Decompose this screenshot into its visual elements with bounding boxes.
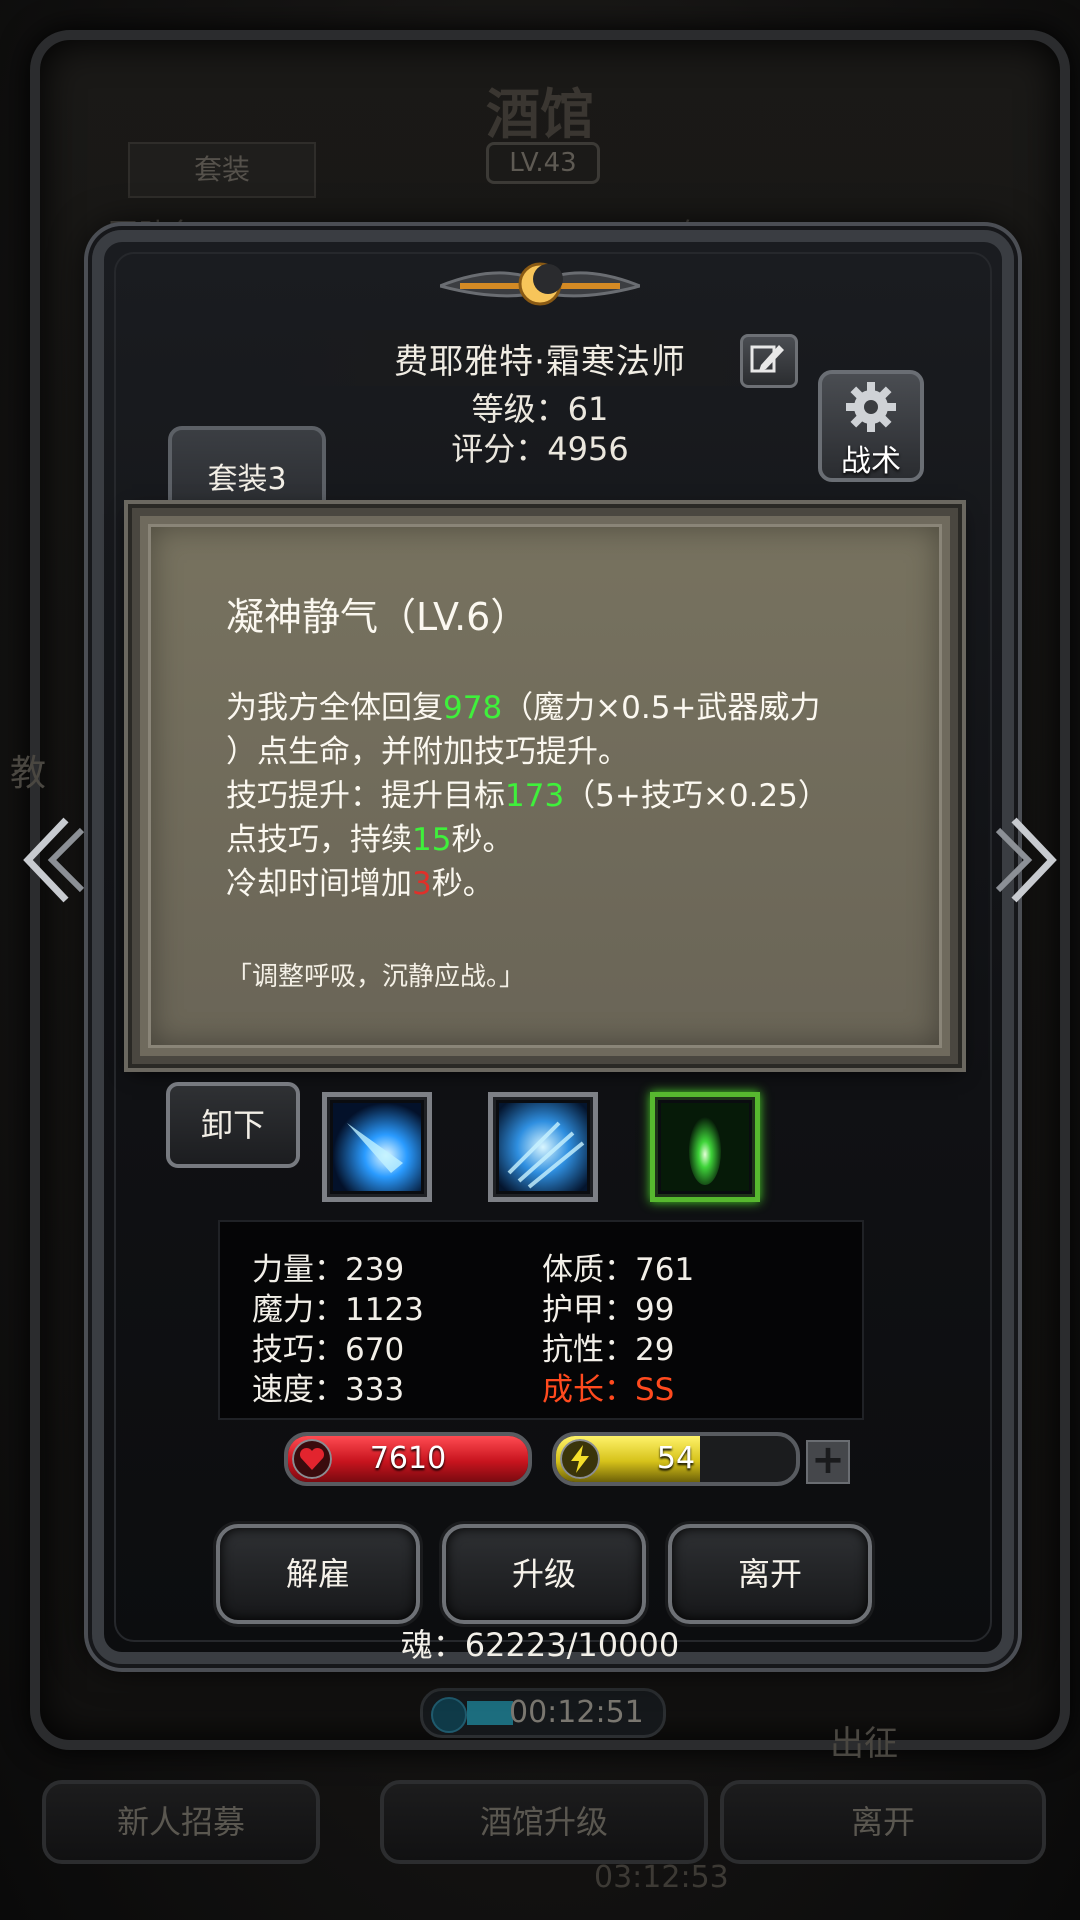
skill-title: 凝神静气（LV.6） [226, 595, 529, 639]
tavern-timer: 00:12:51 [420, 1688, 666, 1738]
dismiss-button[interactable]: 解雇 [216, 1524, 420, 1624]
stats-panel: 力量：239 体质：761 魔力：1123 护甲：99 技巧：670 抗性：29… [218, 1220, 864, 1420]
stat-speed: 速度：333 [252, 1372, 405, 1408]
add-energy-button[interactable]: + [806, 1440, 850, 1484]
stat-growth: 成长：SS [542, 1372, 675, 1408]
moon-crest-icon [440, 262, 640, 306]
cooldown-value: 3 [412, 866, 432, 902]
green-crystal-icon [661, 1103, 749, 1191]
next-hero-arrow-icon[interactable] [994, 810, 1064, 910]
stat-strength: 力量：239 [252, 1252, 405, 1288]
rename-button[interactable] [740, 334, 798, 388]
duration-value: 15 [412, 822, 452, 858]
skill-slot-3[interactable] [650, 1092, 760, 1202]
desc-line-3: 技巧提升：提升目标173（5+技巧×0.25） [226, 778, 829, 814]
ice-storm-icon [499, 1103, 587, 1191]
tavern-upgrade-button: 酒馆升级 [380, 1780, 708, 1864]
skill-slot-2[interactable] [488, 1092, 598, 1202]
energy-bar: 54 [552, 1432, 800, 1486]
previous-hero-arrow-icon[interactable] [16, 810, 86, 910]
stat-armor: 护甲：99 [542, 1292, 675, 1328]
clock-icon [431, 1697, 467, 1733]
ice-shard-icon [333, 1103, 421, 1191]
bottom-timer: 03:12:53 [594, 1860, 729, 1895]
desc-line-2: ）点生命，并附加技巧提升。 [226, 734, 629, 770]
tactics-button[interactable]: 战术 [818, 370, 924, 482]
energy-value: 54 [656, 1441, 696, 1476]
stat-magic: 魔力：1123 [252, 1292, 424, 1328]
heal-value: 978 [443, 690, 503, 726]
skill-description: 为我方全体回复978（魔力×0.5+武器威力 ）点生命，并附加技巧提升。 技巧提… [226, 686, 906, 906]
desc-line-5: 冷却时间增加3秒。 [226, 866, 494, 902]
timer-progress [467, 1701, 513, 1725]
tavern-leave-button: 离开 [720, 1780, 1046, 1864]
tavern-set-tab: 套装 [128, 142, 316, 198]
desc-line-1: 为我方全体回复978（魔力×0.5+武器威力 [226, 690, 821, 726]
leave-button[interactable]: 离开 [668, 1524, 872, 1624]
unequip-button[interactable]: 卸下 [166, 1082, 300, 1168]
hero-score: 评分：4956 [451, 430, 629, 468]
soul-counter: 魂：62223/10000 [400, 1626, 680, 1664]
hero-name: 费耶雅特·霜寒法师 [394, 342, 686, 382]
edit-icon [750, 345, 784, 373]
stat-skill: 技巧：670 [252, 1332, 405, 1368]
recruit-button: 新人招募 [42, 1780, 320, 1864]
buff-value: 173 [505, 778, 565, 814]
upgrade-button[interactable]: 升级 [442, 1524, 646, 1624]
desc-line-4: 点技巧，持续15秒。 [226, 822, 514, 858]
gear-icon [846, 382, 896, 432]
hp-bar: 7610 [284, 1432, 532, 1486]
tavern-title: 酒馆 [486, 82, 594, 146]
stat-constitution: 体质：761 [542, 1252, 695, 1288]
skill-tooltip: 凝神静气（LV.6） 为我方全体回复978（魔力×0.5+武器威力 ）点生命，并… [132, 508, 958, 1064]
tavern-expedition: 出征 [830, 1724, 898, 1764]
timer-text: 00:12:51 [509, 1695, 644, 1730]
skill-quote: 「调整呼吸，沉静应战。」 [226, 962, 526, 992]
stat-resistance: 抗性：29 [542, 1332, 675, 1368]
skill-slot-1[interactable] [322, 1092, 432, 1202]
tavern-level: LV.43 [486, 142, 600, 184]
tavern-side-text: 教 [10, 753, 47, 794]
hp-value: 7610 [369, 1441, 447, 1476]
tactics-label: 战术 [841, 444, 901, 479]
